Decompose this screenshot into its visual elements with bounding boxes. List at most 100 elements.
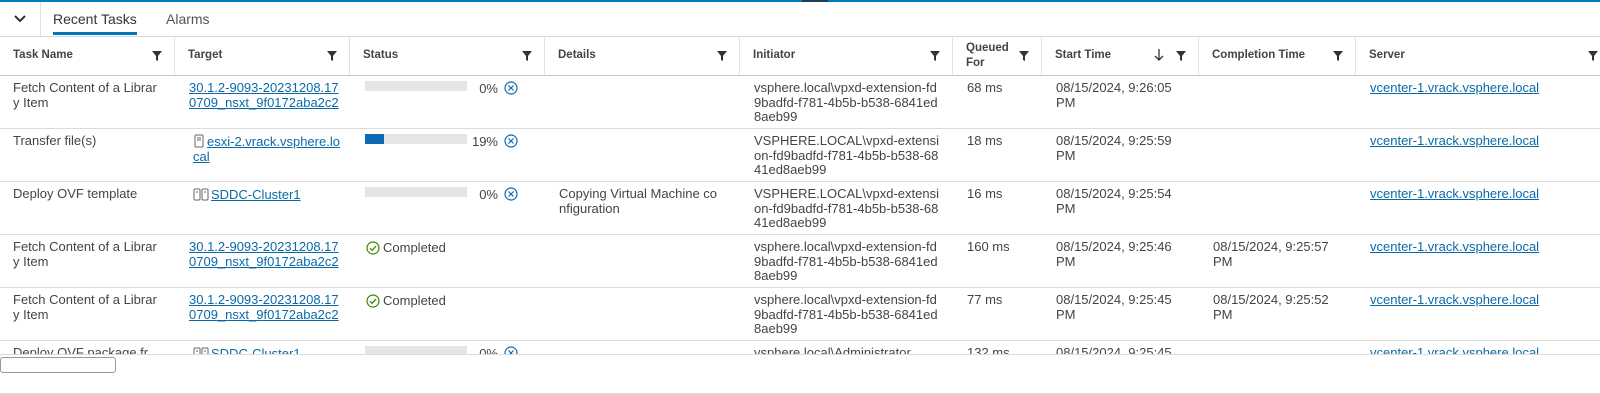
completion-time-text: 08/15/2024, 9:25:52 PM (1213, 292, 1329, 322)
column-header-start-time[interactable]: Start Time (1042, 37, 1199, 75)
start-time-text: 08/15/2024, 9:25:54 PM (1056, 186, 1172, 216)
cluster-icon (193, 188, 209, 201)
column-header-completion-time[interactable]: Completion Time (1199, 37, 1356, 75)
start-time-text: 08/15/2024, 9:25:59 PM (1056, 133, 1172, 163)
column-header-target[interactable]: Target (175, 37, 350, 75)
column-header-status[interactable]: Status (350, 37, 545, 75)
column-header-details[interactable]: Details (545, 37, 740, 75)
status-completed: Completed (366, 293, 446, 308)
tab-recent-tasks[interactable]: Recent Tasks (53, 2, 137, 36)
target-link[interactable]: SDDC-Cluster1 (211, 187, 301, 202)
task-name: Fetch Content of a Library Item (13, 80, 157, 110)
progress-bar (365, 134, 467, 144)
check-circle-icon (366, 241, 380, 255)
cancel-task-icon[interactable] (504, 187, 518, 201)
progress-percent: 19% (471, 134, 498, 149)
server-link[interactable]: vcenter-1.vrack.vsphere.local (1370, 133, 1539, 148)
progress-bar (365, 81, 467, 91)
filter-icon[interactable] (327, 51, 337, 61)
target-link[interactable]: 30.1.2-9093-20231208.170709_nsxt_9f0172a… (189, 80, 339, 110)
filter-icon[interactable] (522, 51, 532, 61)
check-circle-icon (366, 294, 380, 308)
server-cell: vcenter-1.vrack.vsphere.local (1370, 186, 1595, 202)
queued-for-text: 18 ms (967, 133, 1003, 148)
completion-time-text: 08/15/2024, 9:25:57 PM (1213, 239, 1329, 269)
column-header-task-name[interactable]: Task Name (0, 37, 175, 75)
status-completed: Completed (366, 240, 446, 255)
server-link[interactable]: vcenter-1.vrack.vsphere.local (1370, 80, 1539, 95)
table-row[interactable]: Transfer file(s) esxi-2.vrack.vsphere.loc… (0, 129, 1600, 182)
initiator-text: vsphere.local\vpxd-extension-fd9badfd-f7… (754, 239, 938, 284)
target-cell: 30.1.2-9093-20231208.170709_nsxt_9f0172a… (189, 80, 339, 110)
server-cell: vcenter-1.vrack.vsphere.local (1370, 133, 1595, 149)
target-cell: esxi-2.vrack.vsphere.local (193, 134, 343, 164)
column-header-queued-for[interactable]: Queued For (953, 37, 1042, 75)
footer-button[interactable] (0, 357, 116, 373)
column-label: Initiator (753, 49, 796, 61)
tab-alarms[interactable]: Alarms (166, 2, 210, 36)
initiator-text: VSPHERE.LOCAL\vpxd-extension-fd9badfd-f7… (754, 133, 939, 178)
queued-for-text: 68 ms (967, 80, 1003, 95)
server-cell: vcenter-1.vrack.vsphere.local (1370, 292, 1595, 308)
chevron-down-icon (14, 15, 26, 23)
progress-percent: 0% (479, 187, 498, 202)
column-label: Queued For (966, 42, 1009, 69)
column-header-initiator[interactable]: Initiator (740, 37, 953, 75)
host-icon (194, 134, 204, 148)
task-name: Deploy OVF template (13, 186, 138, 201)
cancel-task-icon[interactable] (504, 134, 518, 148)
table-row[interactable]: Fetch Content of a Library Item 30.1.2-90… (0, 235, 1600, 288)
server-cell: vcenter-1.vrack.vsphere.local (1370, 239, 1595, 255)
target-link[interactable]: 30.1.2-9093-20231208.170709_nsxt_9f0172a… (189, 239, 339, 269)
start-time-text: 08/15/2024, 9:25:46 PM (1056, 239, 1172, 269)
target-link[interactable]: esxi-2.vrack.vsphere.local (193, 134, 340, 164)
sort-descending-icon[interactable] (1154, 49, 1164, 61)
column-label: Status (363, 49, 399, 61)
task-name: Transfer file(s) (13, 133, 97, 148)
filter-icon[interactable] (1588, 51, 1598, 61)
server-link[interactable]: vcenter-1.vrack.vsphere.local (1370, 239, 1539, 254)
status-label: Completed (383, 240, 446, 255)
filter-icon[interactable] (152, 51, 162, 61)
grid-header: Task Name Target Status Details Initiato… (0, 37, 1600, 76)
column-header-server[interactable]: Server (1356, 37, 1600, 75)
queued-for-text: 160 ms (967, 239, 1010, 254)
table-row[interactable]: Fetch Content of a Library Item 30.1.2-90… (0, 288, 1600, 341)
filter-icon[interactable] (930, 51, 940, 61)
server-link[interactable]: vcenter-1.vrack.vsphere.local (1370, 292, 1539, 307)
cancel-task-icon[interactable] (504, 81, 518, 95)
start-time-text: 08/15/2024, 9:26:05 PM (1056, 80, 1172, 110)
column-label: Details (558, 49, 596, 61)
column-label: Start Time (1055, 49, 1112, 61)
panel-tab-bar: Recent Tasks Alarms (0, 2, 1600, 37)
collapse-panel-button[interactable] (0, 2, 41, 36)
column-label: Target (188, 49, 223, 61)
table-row[interactable]: Deploy OVF template SDDC-Cluster1 0% Copyin… (0, 182, 1600, 235)
grid-footer (0, 354, 1600, 373)
filter-icon[interactable] (1019, 51, 1029, 61)
status-label: Completed (383, 293, 446, 308)
initiator-text: vsphere.local\vpxd-extension-fd9badfd-f7… (754, 80, 938, 125)
progress-bar (365, 187, 467, 197)
start-time-text: 08/15/2024, 9:25:45 PM (1056, 292, 1172, 322)
filter-icon[interactable] (1176, 51, 1186, 61)
initiator-text: VSPHERE.LOCAL\vpxd-extension-fd9badfd-f7… (754, 186, 939, 231)
column-label: Task Name (13, 49, 73, 61)
task-name: Fetch Content of a Library Item (13, 239, 157, 269)
target-cell: 30.1.2-9093-20231208.170709_nsxt_9f0172a… (189, 239, 339, 269)
target-cell: SDDC-Cluster1 (193, 187, 343, 203)
filter-icon[interactable] (717, 51, 727, 61)
server-cell: vcenter-1.vrack.vsphere.local (1370, 80, 1595, 96)
table-row[interactable]: Fetch Content of a Library Item 30.1.2-90… (0, 76, 1600, 129)
column-label: Completion Time (1212, 49, 1306, 61)
queued-for-text: 77 ms (967, 292, 1003, 307)
progress-fill (365, 134, 385, 144)
initiator-text: vsphere.local\vpxd-extension-fd9badfd-f7… (754, 292, 938, 337)
server-link[interactable]: vcenter-1.vrack.vsphere.local (1370, 186, 1539, 201)
task-name: Fetch Content of a Library Item (13, 292, 157, 322)
column-label: Server (1369, 49, 1405, 61)
details-text: Copying Virtual Machine configuration (559, 186, 718, 216)
target-cell: 30.1.2-9093-20231208.170709_nsxt_9f0172a… (189, 292, 339, 322)
target-link[interactable]: 30.1.2-9093-20231208.170709_nsxt_9f0172a… (189, 292, 339, 322)
filter-icon[interactable] (1333, 51, 1343, 61)
